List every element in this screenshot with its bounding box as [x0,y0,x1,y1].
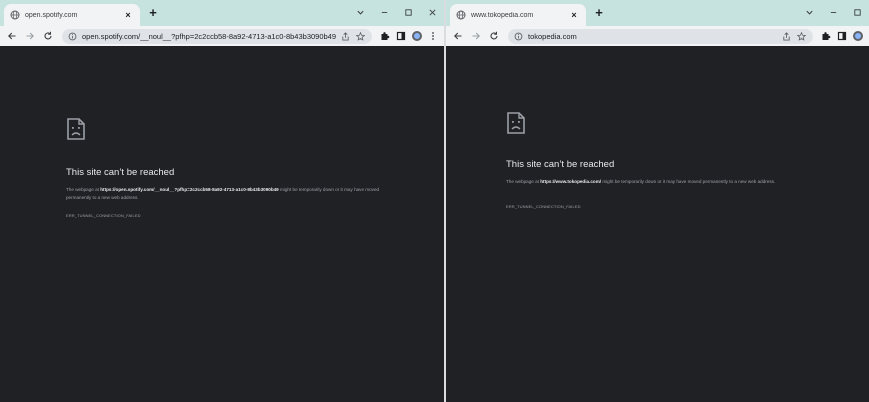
maximize-button[interactable] [845,0,869,24]
tab-title: open.spotify.com [25,11,78,19]
tab-strip: www.tokopedia.com × + [446,0,869,26]
share-icon [782,31,790,41]
arrow-left-icon [454,32,462,40]
menu-button[interactable] [426,28,440,44]
share-icon [341,31,349,41]
maximize-icon [853,8,861,16]
site-info-icon[interactable] [514,32,523,41]
error-code: ERR_TUNNEL_CONNECTION_FAILED [506,204,581,209]
reload-icon [490,31,498,40]
minimize-button[interactable] [821,0,845,24]
window-controls [348,0,444,26]
window-controls [797,0,869,26]
puzzle-icon [822,32,831,40]
address-bar[interactable]: tokopedia.com [508,28,813,44]
tab-search-button[interactable] [797,0,821,24]
browser-window-right: www.tokopedia.com × + tokopedia.com This… [446,0,869,402]
error-message: The webpage at https://www.tokopedia.com… [506,179,776,184]
share-button[interactable] [780,30,792,42]
forward-button[interactable] [468,28,484,44]
minimize-icon [830,11,836,13]
bookmark-button[interactable] [795,30,807,42]
browser-window-left: open.spotify.com × + open.spotify.com/__… [0,0,444,402]
tab-spotify[interactable]: open.spotify.com × [4,4,140,26]
profile-button[interactable] [851,28,865,44]
arrow-left-icon [8,32,16,40]
star-icon [796,31,806,41]
minimize-icon [381,11,387,13]
new-tab-button[interactable]: + [592,6,606,20]
avatar [412,31,422,41]
chevron-down-icon [356,10,364,15]
close-icon [428,8,436,16]
profile-button[interactable] [410,28,424,44]
chevron-down-icon [805,10,813,15]
maximize-button[interactable] [396,0,420,24]
arrow-right-icon [472,32,480,40]
tab-close-button[interactable]: × [568,10,580,20]
error-url: https://www.tokopedia.com/ [540,179,602,184]
error-code: ERR_TUNNEL_CONNECTION_FAILED [66,213,141,218]
error-message: The webpage at https://open.spotify.com/… [66,187,380,200]
toolbar: tokopedia.com [446,26,869,46]
extensions-button[interactable] [378,28,392,44]
minimize-button[interactable] [372,0,396,24]
tab-title: www.tokopedia.com [471,11,534,19]
forward-button[interactable] [22,28,38,44]
avatar [853,31,863,41]
side-panel-button[interactable] [835,28,849,44]
extensions-button[interactable] [819,28,833,44]
error-page: This site can’t be reached The webpage a… [446,46,869,402]
site-info-icon[interactable] [68,32,77,41]
side-panel-icon [396,31,406,41]
error-url: https://open.spotify.com/__noul__?pfhp=2… [100,187,279,192]
puzzle-icon [381,32,390,40]
url-text[interactable]: tokopedia.com [528,32,777,41]
reload-button[interactable] [486,28,502,44]
globe-icon [10,10,20,20]
maximize-icon [404,8,412,16]
side-panel-icon [837,31,847,41]
tab-tokopedia[interactable]: www.tokopedia.com × [450,4,586,26]
globe-icon [456,10,466,20]
error-title: This site can’t be reached [66,167,175,178]
close-window-button[interactable] [420,0,444,24]
sad-page-icon [67,118,85,140]
share-button[interactable] [339,30,351,42]
new-tab-button[interactable]: + [146,6,160,20]
sad-page-icon [507,112,525,134]
error-page: This site can’t be reached The webpage a… [0,46,444,402]
tab-search-button[interactable] [348,0,372,24]
back-button[interactable] [450,28,466,44]
toolbar: open.spotify.com/__noul__?pfhp=2c2ccb58-… [0,26,444,46]
side-panel-button[interactable] [394,28,408,44]
tab-strip: open.spotify.com × + [0,0,444,26]
bookmark-button[interactable] [354,30,366,42]
address-bar[interactable]: open.spotify.com/__noul__?pfhp=2c2ccb58-… [62,28,372,44]
url-text[interactable]: open.spotify.com/__noul__?pfhp=2c2ccb58-… [82,32,336,41]
tab-close-button[interactable]: × [122,10,134,20]
reload-button[interactable] [40,28,56,44]
reload-icon [44,31,52,40]
more-vertical-icon [432,32,434,40]
error-title: This site can’t be reached [506,159,615,170]
back-button[interactable] [4,28,20,44]
star-icon [355,31,365,41]
arrow-right-icon [26,32,34,40]
